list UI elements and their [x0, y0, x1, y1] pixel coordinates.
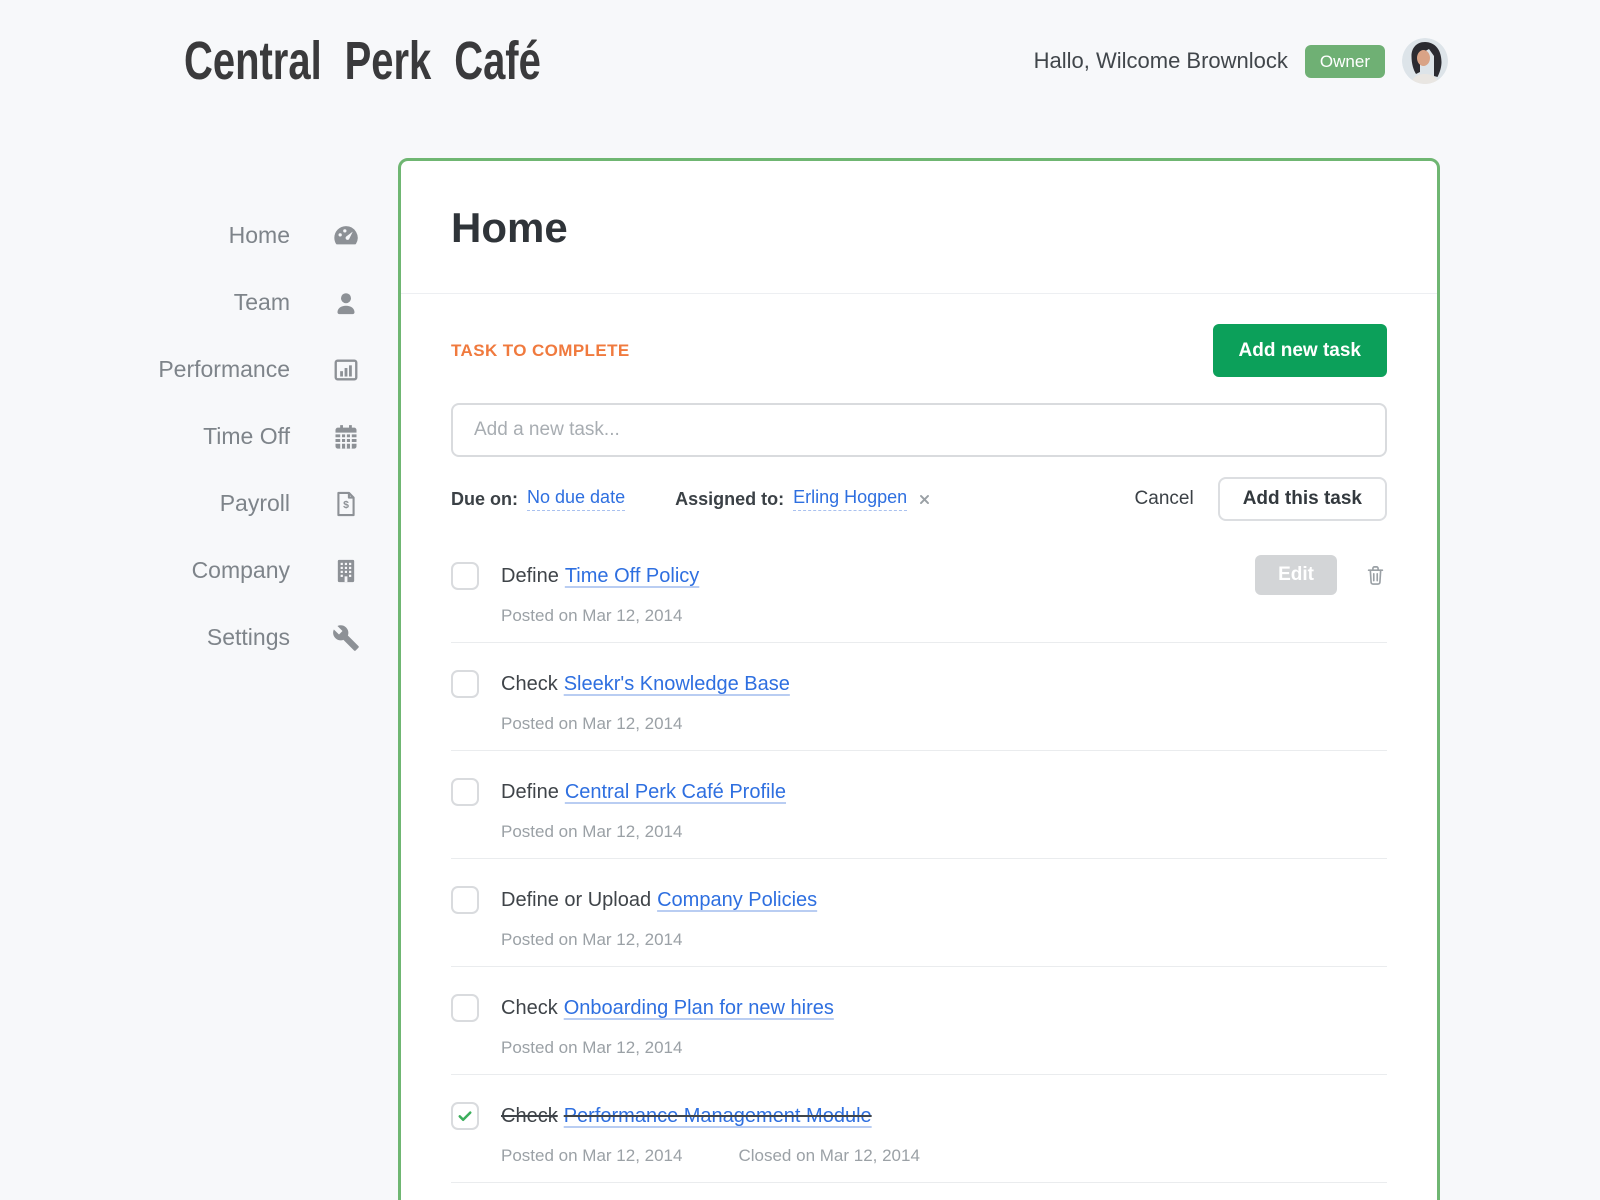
task-row: Define Time Off Policy Posted on Mar 12, …	[451, 535, 1387, 643]
gauge-icon	[332, 222, 360, 250]
sidebar-item-label: Settings	[207, 624, 290, 651]
add-new-task-button[interactable]: Add new task	[1213, 324, 1387, 377]
sidebar-item-payroll[interactable]: Payroll $	[0, 470, 398, 537]
wrench-icon	[332, 624, 360, 652]
sidebar-item-label: Company	[192, 557, 290, 584]
task-link[interactable]: Performance Management Module	[564, 1105, 872, 1127]
sidebar-item-label: Performance	[158, 356, 290, 383]
task-title: Define Time Off Policy	[501, 565, 699, 588]
task-list: Define Time Off Policy Posted on Mar 12, …	[451, 535, 1387, 1183]
due-on-label: Due on:	[451, 489, 518, 510]
task-checkbox[interactable]	[451, 778, 479, 806]
header-user-area: Hallo, Wilcome Brownlock Owner	[1034, 38, 1448, 84]
remove-assignee-icon[interactable]	[918, 493, 931, 506]
person-icon	[332, 289, 360, 317]
header-divider	[401, 293, 1437, 294]
task-row: Define Central Perk Café Profile Posted o…	[451, 751, 1387, 859]
sidebar-item-performance[interactable]: Performance	[0, 336, 398, 403]
task-title: Check Performance Management Module	[501, 1105, 872, 1128]
task-title: Check Onboarding Plan for new hires	[501, 997, 834, 1020]
edit-task-button[interactable]: Edit	[1255, 555, 1337, 595]
task-checkbox[interactable]	[451, 1102, 479, 1130]
task-checkbox[interactable]	[451, 562, 479, 590]
task-dates: Posted on Mar 12, 2014 Closed on Mar 12, …	[501, 1146, 1387, 1166]
sidebar-item-settings[interactable]: Settings	[0, 604, 398, 671]
sidebar-item-time-off[interactable]: Time Off	[0, 403, 398, 470]
payroll-document-icon: $	[332, 490, 360, 518]
task-prefix: Check	[501, 997, 558, 1019]
task-checkbox[interactable]	[451, 886, 479, 914]
bar-chart-icon	[332, 356, 360, 384]
user-avatar[interactable]	[1402, 38, 1448, 84]
sidebar-item-label: Team	[234, 289, 290, 316]
svg-text:$: $	[343, 499, 349, 511]
task-prefix: Check	[501, 1105, 558, 1127]
sidebar-item-label: Home	[229, 222, 290, 249]
task-prefix: Check	[501, 673, 558, 695]
building-icon	[332, 557, 360, 585]
sidebar-item-company[interactable]: Company	[0, 537, 398, 604]
task-link[interactable]: Central Perk Café Profile	[565, 781, 786, 803]
cancel-button[interactable]: Cancel	[1135, 488, 1194, 510]
task-posted-date: Posted on Mar 12, 2014	[501, 822, 1387, 842]
sidebar-item-home[interactable]: Home	[0, 202, 398, 269]
task-closed-date: Closed on Mar 12, 2014	[738, 1146, 919, 1165]
task-posted-date: Posted on Mar 12, 2014	[501, 1146, 682, 1165]
task-link[interactable]: Onboarding Plan for new hires	[564, 997, 834, 1019]
page-title: Home	[451, 205, 1387, 251]
new-task-input[interactable]	[451, 403, 1387, 457]
task-posted-date: Posted on Mar 12, 2014	[501, 1038, 1387, 1058]
role-badge: Owner	[1305, 45, 1385, 78]
calendar-icon	[332, 423, 360, 451]
due-date-link[interactable]: No due date	[527, 487, 625, 511]
app-logo: Central Perk Café	[184, 30, 541, 92]
new-task-meta-row: Due on: No due date Assigned to: Erling …	[451, 477, 1387, 521]
task-title: Define Central Perk Café Profile	[501, 781, 786, 804]
task-row: Check Sleekr's Knowledge Base Posted on M…	[451, 643, 1387, 751]
section-heading: TASK TO COMPLETE	[451, 341, 630, 361]
task-posted-date: Posted on Mar 12, 2014	[501, 930, 1387, 950]
task-posted-date: Posted on Mar 12, 2014	[501, 606, 1387, 626]
task-row: Check Onboarding Plan for new hires Poste…	[451, 967, 1387, 1075]
task-link[interactable]: Sleekr's Knowledge Base	[564, 673, 790, 695]
task-row: Check Performance Management Module Poste…	[451, 1075, 1387, 1183]
task-checkbox[interactable]	[451, 670, 479, 698]
task-prefix: Define	[501, 565, 559, 587]
task-row: Define or Upload Company Policies Posted …	[451, 859, 1387, 967]
delete-task-icon[interactable]	[1364, 563, 1387, 588]
add-this-task-button[interactable]: Add this task	[1218, 477, 1387, 521]
task-checkbox[interactable]	[451, 994, 479, 1022]
task-title: Check Sleekr's Knowledge Base	[501, 673, 790, 696]
assignee-link[interactable]: Erling Hogpen	[793, 487, 907, 511]
task-posted-date: Posted on Mar 12, 2014	[501, 714, 1387, 734]
task-title: Define or Upload Company Policies	[501, 889, 817, 912]
sidebar-item-label: Payroll	[220, 490, 290, 517]
main-panel: Home TASK TO COMPLETE Add new task Due o…	[398, 158, 1440, 1200]
sidebar-item-team[interactable]: Team	[0, 269, 398, 336]
sidebar: Home Team Performance Time Off Payroll $…	[0, 202, 398, 671]
task-prefix: Define or Upload	[501, 889, 651, 911]
task-link[interactable]: Time Off Policy	[565, 565, 699, 587]
user-greeting: Hallo, Wilcome Brownlock	[1034, 48, 1288, 74]
task-prefix: Define	[501, 781, 559, 803]
sidebar-item-label: Time Off	[203, 423, 290, 450]
assigned-to-label: Assigned to:	[675, 489, 784, 510]
task-link[interactable]: Company Policies	[657, 889, 817, 911]
